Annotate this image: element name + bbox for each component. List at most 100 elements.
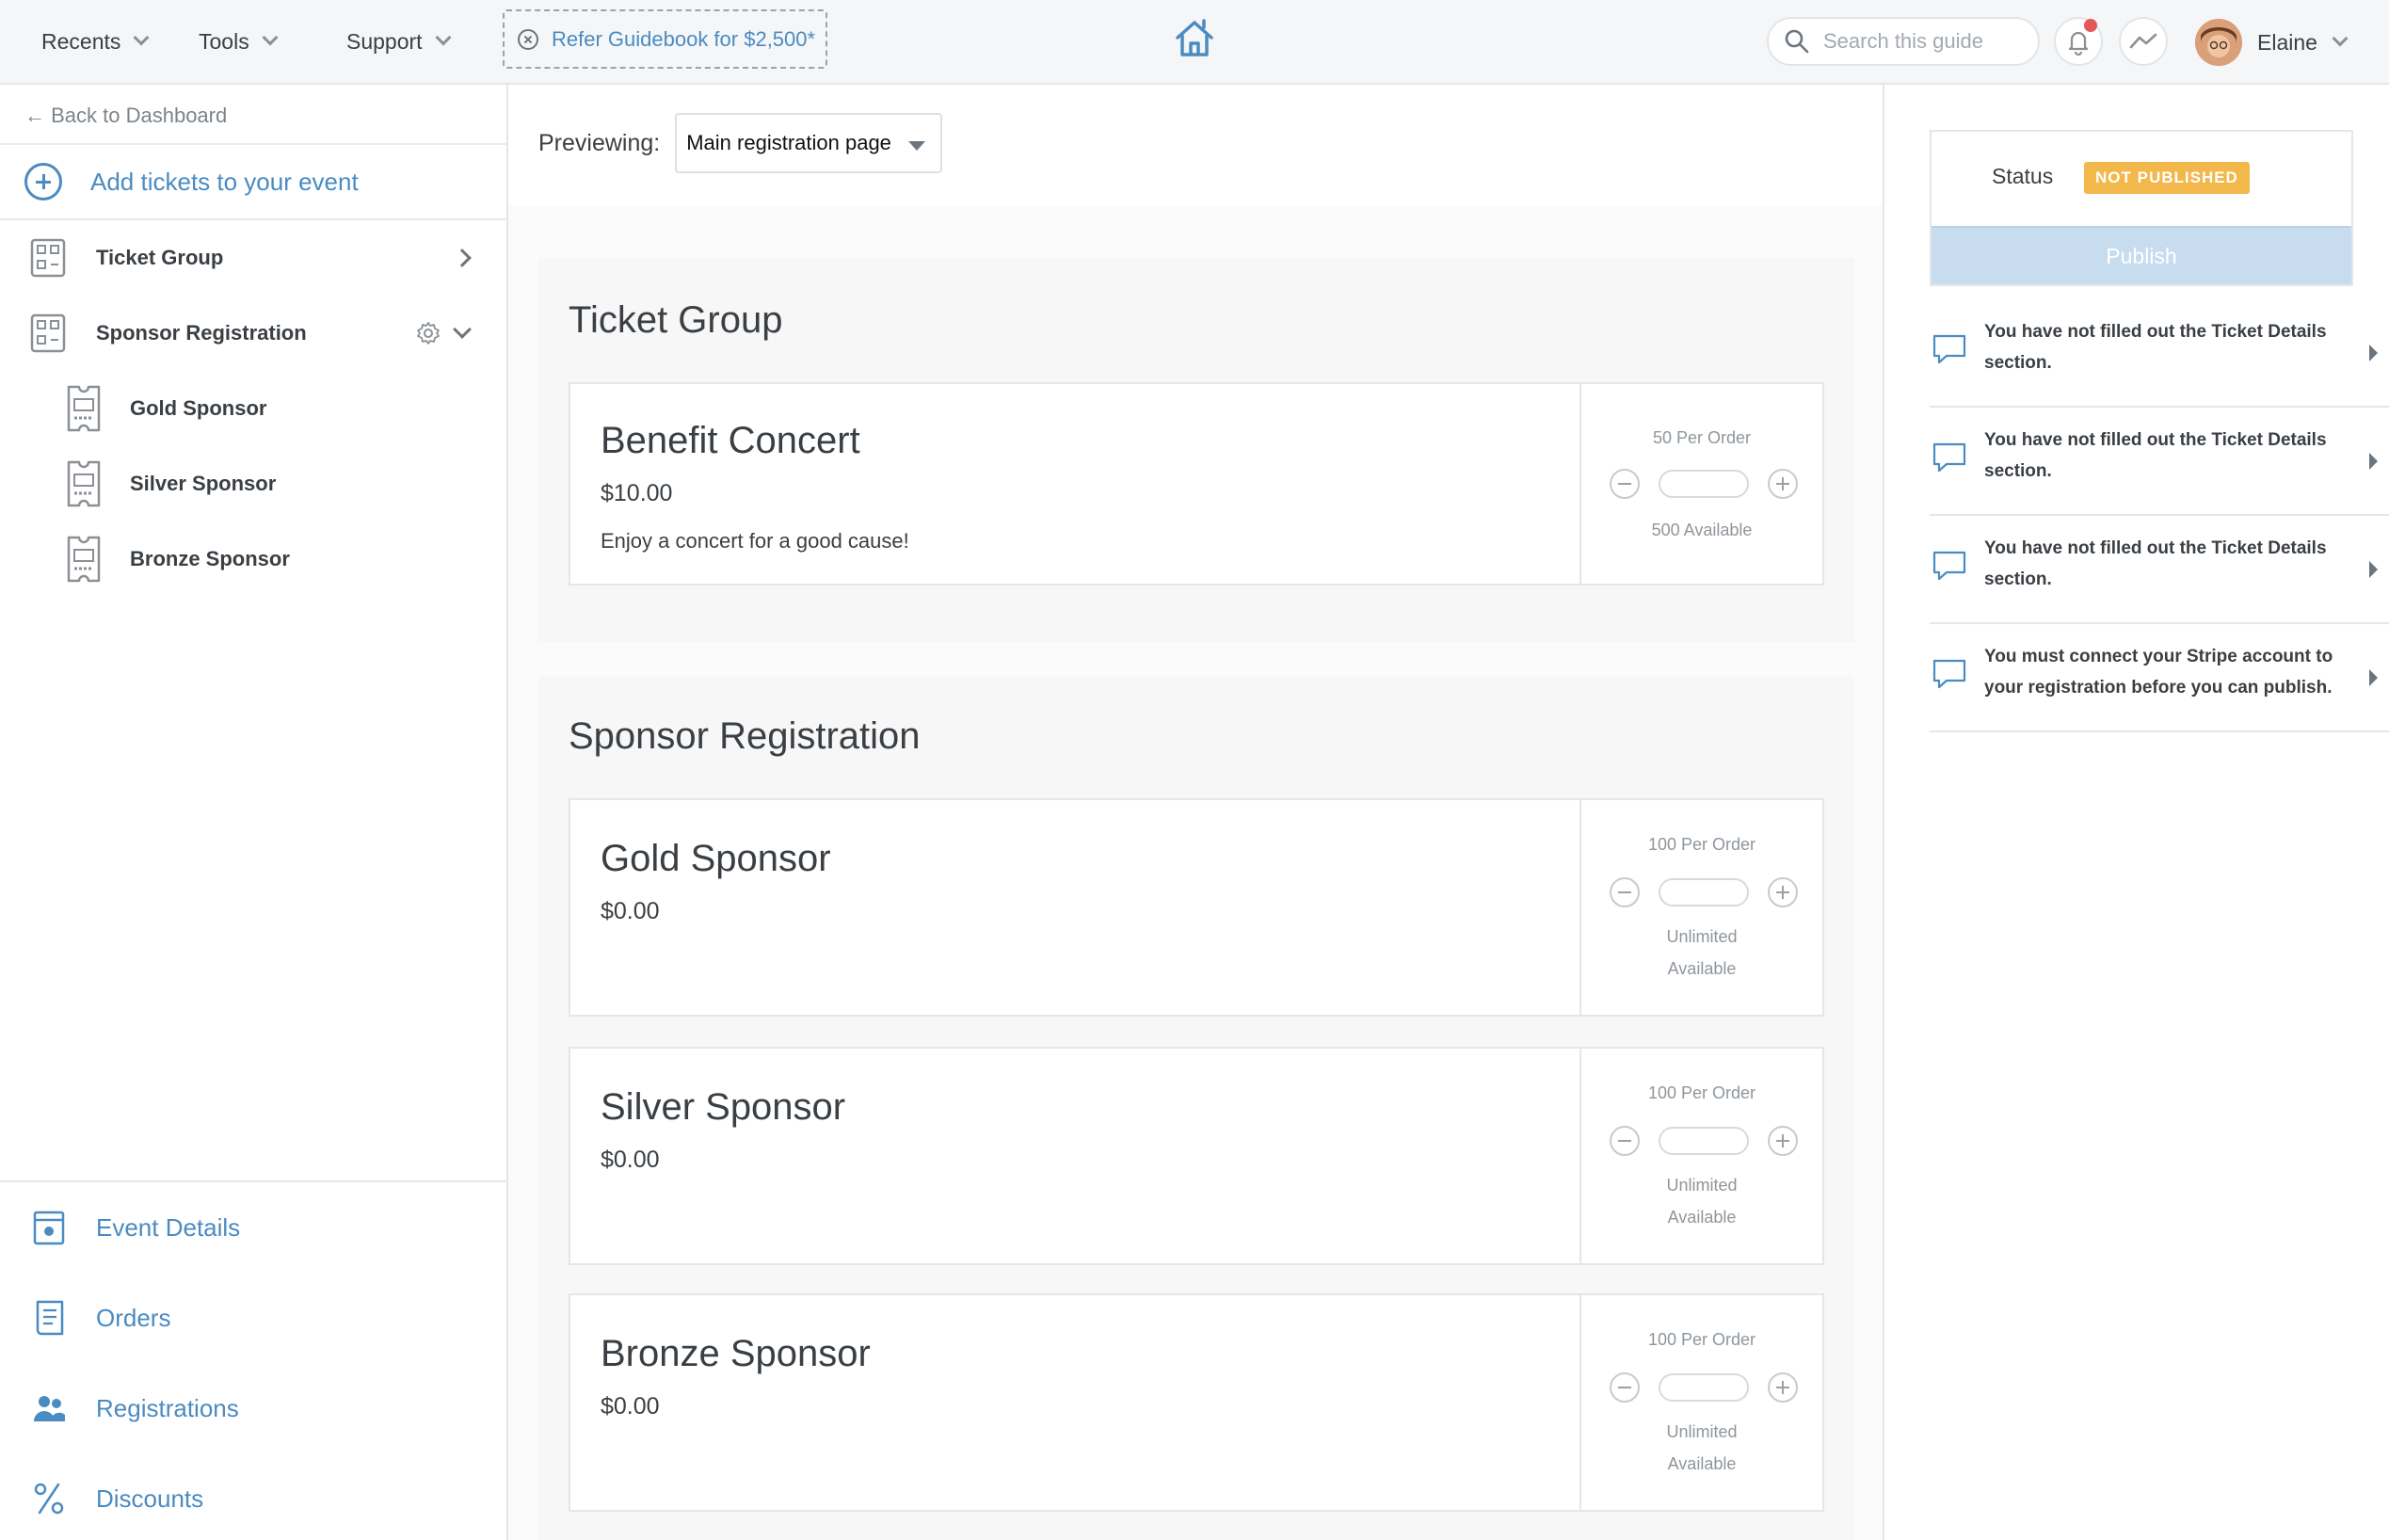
sidebar-item-ticket-group[interactable]: Ticket Group [0, 220, 506, 296]
preview-selected-value: Main registration page [686, 131, 891, 154]
quantity-stepper [1610, 469, 1798, 499]
availability-text: Unlimited [1666, 1176, 1738, 1195]
comment-icon [1932, 334, 1966, 364]
publish-button[interactable]: Publish [1932, 226, 2351, 284]
availability-text: Unlimited [1666, 1422, 1738, 1441]
sidebar-item-bronze-sponsor[interactable]: Bronze Sponsor [0, 521, 506, 597]
ticket-icon [67, 385, 101, 432]
nav-event-details[interactable]: Event Details [0, 1182, 506, 1273]
checklist-text: You have not filled out the Ticket Detai… [1984, 538, 2327, 589]
quantity-stepper [1610, 877, 1798, 907]
activity-icon [2129, 33, 2157, 49]
nav-orders[interactable]: Orders [0, 1273, 506, 1363]
availability-text: Available [1667, 959, 1737, 978]
add-circle-icon [24, 163, 62, 201]
checklist-item[interactable]: You must connect your Stripe account to … [1930, 624, 2389, 732]
avatar [2195, 19, 2242, 66]
increment-button[interactable] [1768, 1372, 1798, 1403]
nav-label: Orders [96, 1303, 171, 1332]
user-menu[interactable]: Elaine [2195, 19, 2349, 66]
decrement-button[interactable] [1610, 877, 1640, 907]
caret-right-icon [2369, 669, 2378, 686]
add-tickets-button[interactable]: Add tickets to your event [0, 143, 506, 220]
refer-button[interactable]: Refer Guidebook for $2,500* [503, 9, 827, 69]
tools-menu-label: Tools [199, 28, 249, 54]
ticket-group-icon [30, 238, 66, 278]
support-menu[interactable]: Support [346, 0, 452, 83]
decrement-button[interactable] [1610, 1372, 1640, 1403]
chevron-down-icon[interactable] [453, 320, 472, 339]
decrement-button[interactable] [1610, 469, 1640, 499]
sidebar-item-label: Bronze Sponsor [130, 547, 290, 570]
quantity-input[interactable] [1659, 1373, 1749, 1402]
ticket-name: Bronze Sponsor [601, 1333, 871, 1374]
user-name: Elaine [2257, 29, 2317, 55]
checklist-item[interactable]: You have not filled out the Ticket Detai… [1930, 408, 2389, 516]
caret-right-icon [2369, 345, 2378, 361]
increment-button[interactable] [1768, 877, 1798, 907]
increment-button[interactable] [1768, 1126, 1798, 1156]
per-order-limit: 50 Per Order [1652, 428, 1752, 447]
ticket-card: Gold Sponsor $0.00 100 Per Order Unlimit… [569, 798, 1824, 1017]
preview-row: Previewing: Main registration page [538, 113, 943, 173]
preview-page-select[interactable]: Main registration page [675, 113, 943, 173]
nav-label: Event Details [96, 1212, 241, 1242]
caret-down-icon [908, 141, 926, 151]
add-tickets-label: Add tickets to your event [90, 167, 359, 196]
ticket-price: $10.00 [601, 480, 673, 506]
notifications-button[interactable] [2054, 17, 2103, 66]
caret-right-icon [2369, 561, 2378, 578]
quantity-stepper [1610, 1372, 1798, 1403]
availability-text: Unlimited [1666, 927, 1738, 946]
increment-button[interactable] [1768, 469, 1798, 499]
status-label: Status [1992, 164, 2054, 188]
tools-menu[interactable]: Tools [199, 0, 279, 83]
status-badge: NOT PUBLISHED [2084, 162, 2250, 194]
checklist-item[interactable]: You have not filled out the Ticket Detai… [1930, 299, 2389, 408]
nav-discounts[interactable]: Discounts [0, 1453, 506, 1540]
orders-icon [36, 1300, 64, 1336]
nav-label: Discounts [96, 1484, 204, 1513]
ticket-price: $0.00 [601, 1147, 660, 1173]
ticket-card: Benefit Concert $10.00 Enjoy a concert f… [569, 382, 1824, 586]
availability-text: Available [1667, 1208, 1737, 1227]
top-bar: Recents Tools Support Refer Guidebook fo… [0, 0, 2389, 85]
close-circle-icon[interactable] [518, 28, 538, 50]
sidebar-item-sponsor-registration[interactable]: Sponsor Registration [0, 296, 506, 371]
event-details-icon [33, 1211, 65, 1245]
sidebar-item-silver-sponsor[interactable]: Silver Sponsor [0, 446, 506, 521]
checklist-item[interactable]: You have not filled out the Ticket Detai… [1930, 516, 2389, 624]
ticket-card: Silver Sponsor $0.00 100 Per Order Unlim… [569, 1047, 1824, 1265]
search-input[interactable] [1823, 29, 2012, 54]
chevron-right-icon [453, 249, 472, 267]
gear-icon[interactable] [416, 321, 441, 345]
quantity-input[interactable] [1659, 878, 1749, 906]
sidebar-item-gold-sponsor[interactable]: Gold Sponsor [0, 371, 506, 446]
section-title: Ticket Group [569, 299, 783, 341]
back-to-dashboard-link[interactable]: ← Back to Dashboard [24, 104, 227, 128]
percent-icon [34, 1483, 64, 1515]
ticket-price: $0.00 [601, 898, 660, 924]
availability-text: Available [1667, 1454, 1737, 1473]
activity-button[interactable] [2119, 17, 2168, 66]
nav-registrations[interactable]: Registrations [0, 1363, 506, 1453]
ticket-icon [67, 460, 101, 507]
comment-icon [1932, 442, 1966, 473]
quantity-input[interactable] [1659, 1127, 1749, 1155]
quantity-input[interactable] [1659, 470, 1749, 498]
recents-menu[interactable]: Recents [41, 0, 150, 83]
recents-menu-label: Recents [41, 28, 121, 54]
ticket-name: Silver Sponsor [601, 1086, 846, 1128]
status-panel: Status NOT PUBLISHED Publish You have no… [1883, 85, 2389, 1540]
quantity-panel: 50 Per Order 500 Available [1579, 384, 1822, 584]
search-box[interactable] [1767, 17, 2040, 66]
ticket-price: $0.00 [601, 1393, 660, 1420]
sidebar-bottom-nav: Event Details Orders Registrations Disco… [0, 1180, 506, 1515]
nav-label: Registrations [96, 1393, 239, 1422]
ticket-group-icon [30, 313, 66, 353]
decrement-button[interactable] [1610, 1126, 1640, 1156]
sidebar: ← Back to Dashboard Add tickets to your … [0, 85, 508, 1540]
chevron-down-icon [133, 29, 150, 46]
checklist-text: You have not filled out the Ticket Detai… [1984, 430, 2327, 481]
home-icon[interactable] [1173, 17, 1216, 60]
